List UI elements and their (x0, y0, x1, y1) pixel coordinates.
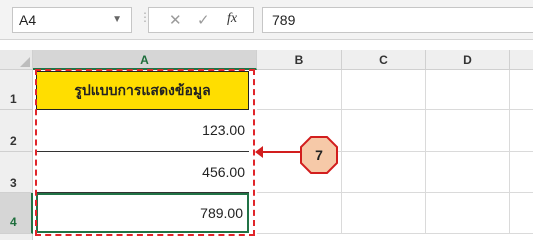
chevron-down-icon[interactable]: ▼ (112, 14, 122, 25)
formula-buttons: ✕ ✓ fx (148, 7, 254, 33)
row-header-1[interactable]: 1 (0, 70, 33, 110)
select-all-button[interactable] (0, 50, 33, 70)
cell-d3[interactable] (426, 152, 510, 193)
cell-c4[interactable] (342, 193, 426, 234)
cell-d2[interactable] (426, 110, 510, 152)
cell-c1[interactable] (342, 70, 426, 110)
cell-a4[interactable]: 789.00 (36, 193, 249, 233)
cancel-icon[interactable]: ✕ (169, 11, 182, 29)
cell-b4[interactable] (257, 193, 342, 234)
row-header-2[interactable]: 2 (0, 110, 33, 152)
cell-c2[interactable] (342, 110, 426, 152)
cell-d4[interactable] (426, 193, 510, 234)
column-header-c[interactable]: C (342, 50, 426, 70)
cell-a3[interactable]: 456.00 (36, 152, 249, 193)
formula-input-value: 789 (272, 12, 296, 28)
select-all-icon (20, 57, 30, 67)
column-header-e[interactable] (510, 50, 533, 70)
name-box-value: A4 (19, 12, 37, 28)
name-box[interactable]: A4 ▼ (12, 7, 132, 33)
formula-input[interactable]: 789 (262, 7, 533, 33)
callout-number: 7 (315, 147, 323, 163)
cell-a2[interactable]: 123.00 (36, 110, 249, 152)
cell-b1[interactable] (257, 70, 342, 110)
cell-e3[interactable] (510, 152, 533, 193)
cell-c3[interactable] (342, 152, 426, 193)
cell-e2[interactable] (510, 110, 533, 152)
cell-a1[interactable]: รูปแบบการแสดงข้อมูล (36, 71, 249, 110)
formula-bar: A4 ▼ ⋮ ✕ ✓ fx 789 (0, 0, 533, 40)
cell-d1[interactable] (426, 70, 510, 110)
column-header-a[interactable]: A (33, 50, 257, 70)
row-header-5[interactable] (0, 234, 33, 240)
column-header-d[interactable]: D (426, 50, 510, 70)
cell-e4[interactable] (510, 193, 533, 234)
worksheet-grid: A B C D 1 2 3 4 รูปแบบการแสดงข้อมูล 123.… (0, 50, 533, 240)
callout-line (262, 151, 302, 153)
row-header-3[interactable]: 3 (0, 152, 33, 193)
row-header-4[interactable]: 4 (0, 193, 33, 234)
insert-function-icon[interactable]: fx (227, 11, 237, 27)
cell-e1[interactable] (510, 70, 533, 110)
enter-icon[interactable]: ✓ (197, 11, 210, 29)
column-header-b[interactable]: B (257, 50, 342, 70)
